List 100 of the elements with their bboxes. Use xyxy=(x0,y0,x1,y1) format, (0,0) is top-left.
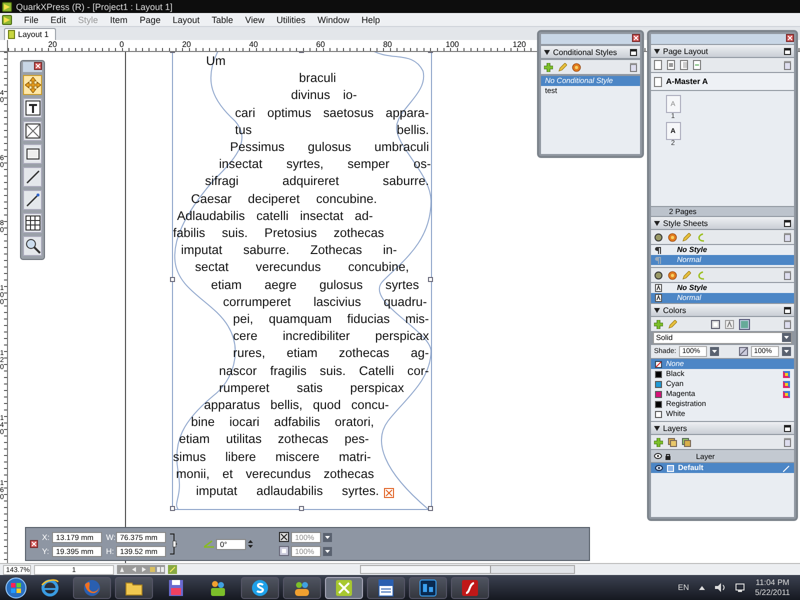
speaker-icon[interactable] xyxy=(715,583,725,592)
new-style-icon[interactable] xyxy=(654,270,663,280)
triangle-icon[interactable] xyxy=(544,50,550,54)
text-line: imputat adlaudabilis syrtes. xyxy=(196,483,379,500)
close-icon[interactable] xyxy=(786,34,794,42)
triangle-icon[interactable] xyxy=(654,48,660,54)
blank-page-icon[interactable] xyxy=(654,60,662,70)
pencil-icon[interactable] xyxy=(668,320,677,328)
taskbar-button[interactable] xyxy=(115,576,153,598)
menu-item[interactable]: Table xyxy=(212,14,234,24)
menu-item[interactable]: Utilities xyxy=(276,14,306,24)
stepper-icon[interactable] xyxy=(248,540,253,548)
dropdown-arrow-icon[interactable] xyxy=(323,532,332,542)
taskbar-button[interactable] xyxy=(325,576,363,598)
taskbar-button[interactable] xyxy=(241,576,279,598)
magnifier-icon xyxy=(24,238,40,254)
trash-icon[interactable] xyxy=(784,60,791,70)
link-bracket-icon[interactable] xyxy=(170,532,178,556)
triangle-icon[interactable] xyxy=(654,308,660,312)
text-line: fabilis suis. Pretosius zothecas xyxy=(173,225,384,242)
resize-handle[interactable] xyxy=(428,277,433,282)
document-icon xyxy=(8,30,15,39)
undock-icon[interactable] xyxy=(784,220,791,226)
new-style-icon[interactable] xyxy=(654,232,663,242)
dropdown-arrow-icon[interactable] xyxy=(782,333,791,342)
network-icon[interactable] xyxy=(735,583,745,592)
opacity-icon xyxy=(739,347,748,356)
resize-handle[interactable] xyxy=(299,506,304,511)
tool-button[interactable] xyxy=(23,144,42,164)
ruler-label: 120 xyxy=(512,40,527,51)
document-tab[interactable]: Layout 1 xyxy=(4,28,56,40)
plus-icon[interactable] xyxy=(654,320,663,328)
menu-item[interactable]: File xyxy=(24,14,39,24)
tool-button[interactable] xyxy=(23,121,42,141)
taskbar-button[interactable] xyxy=(367,576,405,598)
browser-icon xyxy=(41,578,59,596)
trash-icon[interactable] xyxy=(784,232,791,242)
taskbar-button[interactable] xyxy=(451,576,489,598)
pencil-icon[interactable] xyxy=(558,62,567,72)
pencil-icon[interactable] xyxy=(682,270,691,280)
frame-color-icon[interactable] xyxy=(711,320,720,328)
menu-item[interactable]: Window xyxy=(318,14,350,24)
text-line: rures, etiam zothecas ag- xyxy=(233,345,429,362)
dropdown-arrow-icon[interactable] xyxy=(782,347,791,356)
menu-item[interactable]: Item xyxy=(110,14,128,24)
horizontal-scrollbar[interactable] xyxy=(360,565,575,574)
move-layer-icon[interactable] xyxy=(668,438,677,446)
dropdown-arrow-icon[interactable] xyxy=(710,347,720,356)
pilcrow-icon xyxy=(655,256,661,264)
undock-icon[interactable] xyxy=(784,424,791,432)
plus-icon[interactable] xyxy=(654,438,663,446)
close-icon[interactable] xyxy=(34,62,42,70)
apply-master-icon[interactable] xyxy=(693,60,701,70)
resize-handle[interactable] xyxy=(170,506,175,511)
duplicate-page-icon[interactable] xyxy=(680,60,688,70)
menu-item[interactable]: Page xyxy=(140,14,161,24)
master-page-name[interactable]: A-Master A xyxy=(666,77,708,86)
trash-icon[interactable] xyxy=(784,320,791,328)
eye-icon[interactable] xyxy=(655,465,663,471)
tool-button[interactable] xyxy=(23,167,42,187)
trash-icon[interactable] xyxy=(784,270,791,280)
triangle-icon[interactable] xyxy=(654,220,660,226)
pencil-icon[interactable] xyxy=(682,232,691,242)
app-logo-icon xyxy=(2,14,12,24)
dropdown-arrow-icon[interactable] xyxy=(323,546,332,556)
chevron-up-icon[interactable] xyxy=(699,586,705,590)
field-label: W: xyxy=(106,532,114,542)
trash-icon[interactable] xyxy=(630,62,637,72)
undock-icon[interactable] xyxy=(630,48,637,56)
table-icon xyxy=(24,215,40,231)
tool-button[interactable] xyxy=(23,98,42,118)
undock-icon[interactable] xyxy=(784,48,791,54)
duplicate-icon[interactable] xyxy=(572,62,581,72)
field-label: X: xyxy=(42,532,50,542)
menu-item[interactable]: Help xyxy=(362,14,380,24)
plus-icon[interactable] xyxy=(544,62,553,72)
undock-icon[interactable] xyxy=(784,306,791,314)
menu-item[interactable]: View xyxy=(245,14,264,24)
resize-handle[interactable] xyxy=(428,506,433,511)
triangle-icon[interactable] xyxy=(654,426,660,430)
master-page-icon[interactable] xyxy=(667,60,675,70)
language-indicator[interactable]: EN xyxy=(678,583,689,592)
duplicate-icon[interactable] xyxy=(668,232,677,242)
menu-item[interactable]: Edit xyxy=(50,14,66,24)
text-line: imputat saburre. Zothecas in- xyxy=(181,242,397,260)
resize-handle[interactable] xyxy=(170,277,175,282)
text-color-icon[interactable] xyxy=(725,320,734,328)
start-button-icon[interactable] xyxy=(5,576,27,598)
trash-icon[interactable] xyxy=(784,438,791,446)
pen-icon xyxy=(24,192,40,208)
close-icon[interactable] xyxy=(30,540,38,548)
tool-button[interactable] xyxy=(23,190,42,210)
close-icon[interactable] xyxy=(632,34,640,42)
clock-date[interactable]: 5/22/2011 xyxy=(755,588,790,598)
merge-layers-icon[interactable] xyxy=(682,438,691,446)
menu-item[interactable]: Layout xyxy=(172,14,200,24)
tool-button[interactable] xyxy=(23,213,42,233)
tool-button[interactable] xyxy=(23,236,42,256)
clock-time[interactable]: 11:04 PM xyxy=(756,578,790,588)
duplicate-icon[interactable] xyxy=(668,270,677,280)
